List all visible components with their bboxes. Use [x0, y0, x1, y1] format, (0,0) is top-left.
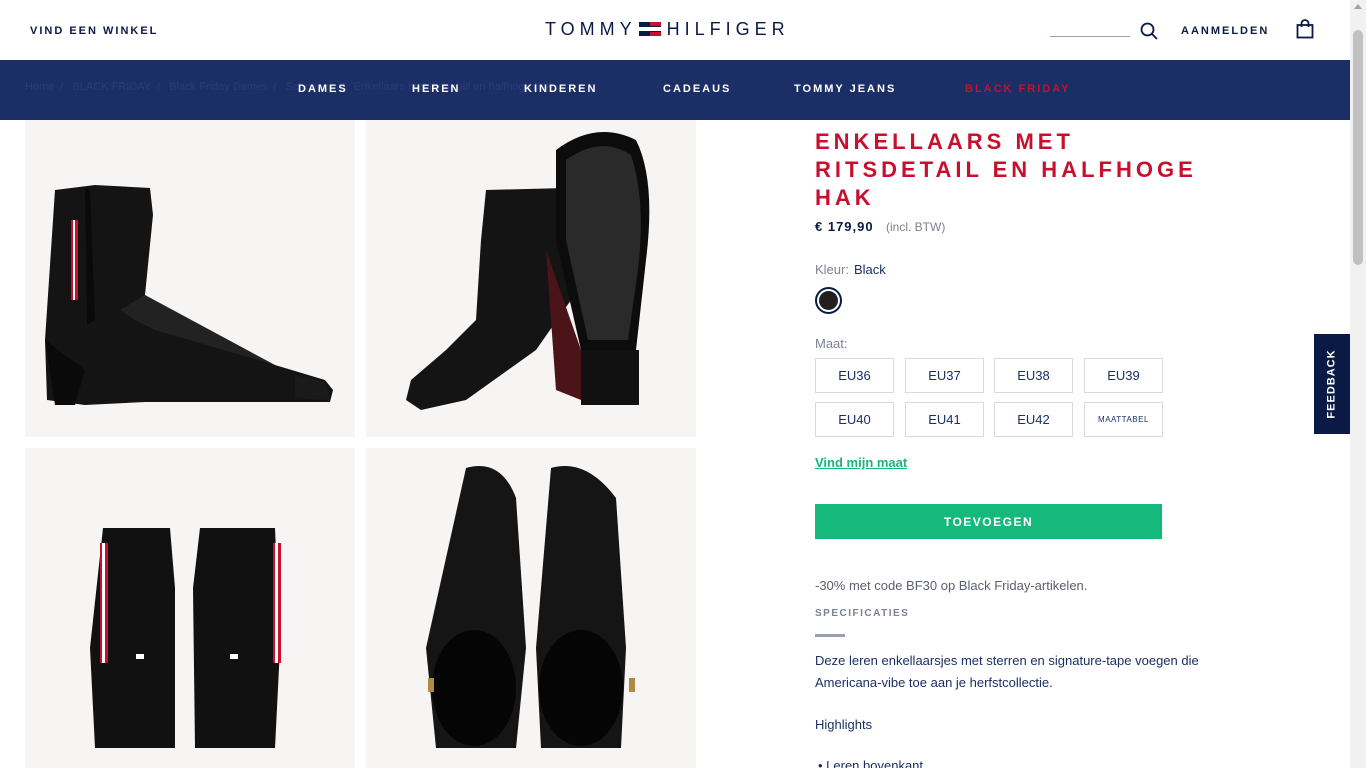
size-label: Maat: [815, 336, 848, 351]
nav-kinderen[interactable]: KINDEREN [524, 83, 597, 95]
main-nav: Home / BLACK FRIDAY / Black Friday Dames / … [0, 60, 1350, 120]
feedback-tab[interactable]: FEEDBACK [1314, 334, 1350, 434]
product-image-top[interactable] [366, 448, 696, 768]
flag-icon [638, 22, 661, 36]
size-option-eu36[interactable]: EU36 [815, 358, 894, 393]
product-price: € 179,90 [815, 219, 874, 234]
product-title: ENKELLAARS MET RITSDETAIL EN HALFHOGE HA… [815, 129, 1197, 210]
size-table-button[interactable]: MAATTABEL [1084, 402, 1163, 437]
color-swatch-black[interactable] [815, 287, 842, 314]
scroll-up-arrow-icon[interactable] [1354, 4, 1362, 9]
breadcrumb: Home / BLACK FRIDAY / Black Friday Dames / … [25, 81, 552, 93]
promo-text: -30% met code BF30 op Black Friday-artik… [815, 578, 1088, 593]
nav-tommy-jeans[interactable]: TOMMY JEANS [794, 83, 896, 95]
size-option-eu41[interactable]: EU41 [905, 402, 984, 437]
spec-divider [815, 634, 845, 637]
search-input[interactable] [1050, 36, 1130, 37]
size-option-eu38[interactable]: EU38 [994, 358, 1073, 393]
size-option-eu39[interactable]: EU39 [1084, 358, 1163, 393]
logo-word-right: HILFIGER [666, 18, 790, 39]
add-to-cart-button[interactable]: TOEVOEGEN [815, 504, 1162, 539]
specifications-heading[interactable]: SPECIFICATIES [815, 608, 909, 619]
feedback-label: FEEDBACK [1326, 349, 1338, 419]
product-brand: TOMMY HILFIGER [815, 110, 923, 121]
brand-logo[interactable]: TOMMY HILFIGER [545, 18, 790, 40]
highlights-heading: Highlights [815, 717, 873, 732]
highlight-item: • Leren bovenkant [818, 758, 924, 768]
page-scrollbar[interactable] [1350, 0, 1366, 768]
breadcrumb-item[interactable]: Black Friday Dames [169, 81, 267, 93]
find-my-size-link[interactable]: Vind mijn maat [815, 455, 907, 470]
nav-heren[interactable]: HEREN [412, 83, 461, 95]
search-icon[interactable] [1140, 22, 1158, 40]
price-tax-note: (incl. BTW) [886, 220, 946, 234]
login-link[interactable]: AANMELDEN [1181, 25, 1269, 37]
logo-word-left: TOMMY [545, 18, 637, 39]
product-image-sole[interactable] [366, 120, 696, 437]
product-image-side[interactable] [25, 120, 355, 437]
size-option-eu40[interactable]: EU40 [815, 402, 894, 437]
scrollbar-thumb[interactable] [1353, 30, 1363, 265]
color-value: Black [854, 262, 886, 277]
size-option-eu42[interactable]: EU42 [994, 402, 1073, 437]
find-store-link[interactable]: VIND EEN WINKEL [30, 25, 158, 37]
color-label: Kleur: [815, 262, 849, 277]
product-image-back[interactable] [25, 448, 355, 768]
nav-black-friday[interactable]: BLACK FRIDAY [965, 83, 1071, 95]
shopping-bag-icon[interactable] [1296, 19, 1314, 39]
size-option-eu37[interactable]: EU37 [905, 358, 984, 393]
breadcrumb-item[interactable]: Home [25, 81, 54, 93]
nav-dames[interactable]: DAMES [298, 83, 348, 95]
top-header: VIND EEN WINKEL TOMMY HILFIGER AANMELDEN [0, 0, 1350, 60]
nav-cadeaus[interactable]: CADEAUS [663, 83, 731, 95]
product-description: Deze leren enkellaarsjes met sterren en … [815, 653, 1199, 690]
breadcrumb-item[interactable]: BLACK FRIDAY [72, 81, 151, 93]
